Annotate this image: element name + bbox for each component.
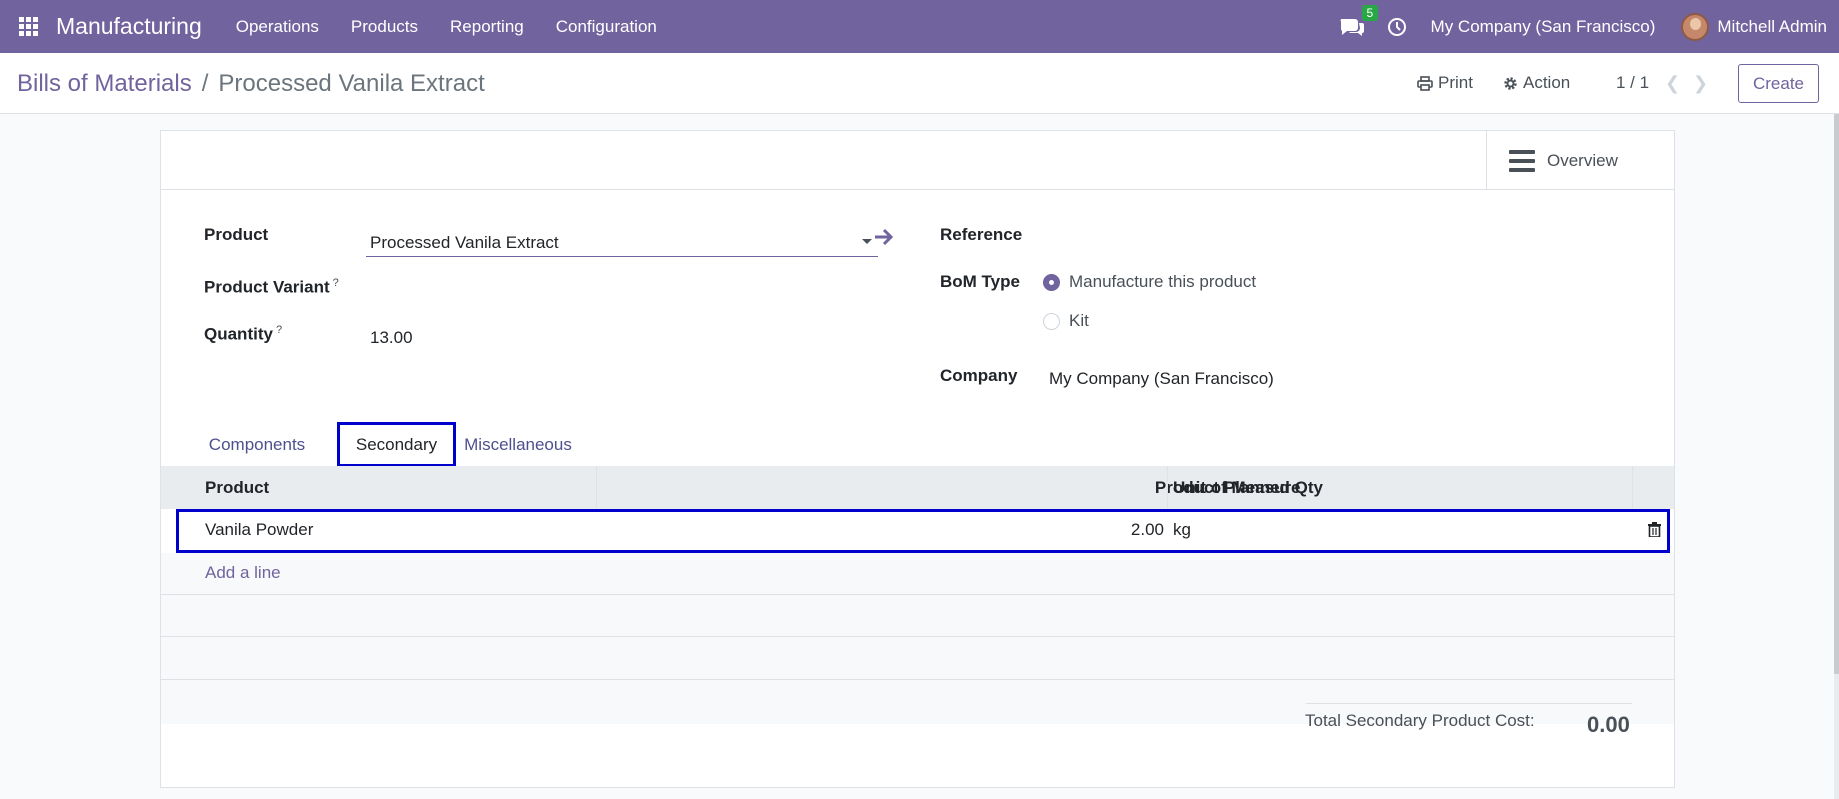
action-label: Action	[1523, 73, 1571, 92]
column-product[interactable]: Product	[205, 466, 269, 509]
total-value: 0.00	[1587, 712, 1630, 737]
help-mark[interactable]: ?	[333, 277, 339, 289]
quantity-label: Quantity?	[204, 324, 282, 345]
messages-button[interactable]: 5	[1339, 4, 1379, 38]
control-panel: Bills of Materials / Processed Vanila Ex…	[0, 53, 1839, 114]
user-menu[interactable]: Mitchell Admin	[1717, 17, 1827, 37]
print-button[interactable]: Print	[1417, 73, 1473, 93]
gear-icon	[1504, 76, 1517, 90]
product-field-value: Processed Vanila Extract	[370, 233, 559, 252]
table-row[interactable]: Vanila Powder 2.00 kg	[176, 509, 1670, 553]
pager-next-icon[interactable]: ❯	[1693, 73, 1708, 94]
product-variant-label: Product Variant?	[204, 277, 339, 298]
app-grid-icon[interactable]	[19, 16, 39, 37]
breadcrumb-current: Processed Vanila Extract	[218, 70, 485, 97]
company-label: Company	[940, 366, 1018, 385]
breadcrumb-bills-of-materials[interactable]: Bills of Materials	[17, 70, 192, 98]
menu-reporting[interactable]: Reporting	[434, 17, 540, 37]
help-mark[interactable]: ?	[276, 324, 282, 336]
action-button[interactable]: Action	[1503, 73, 1570, 93]
trash-icon[interactable]	[1648, 522, 1661, 537]
external-link-arrow-icon[interactable]	[873, 227, 895, 247]
tab-components[interactable]: Components	[205, 422, 309, 467]
company-field[interactable]: My Company (San Francisco)	[1049, 369, 1274, 389]
table-header: Product Product Planned Qty Unit of Meas…	[161, 466, 1674, 509]
overview-button[interactable]: Overview	[1486, 131, 1674, 190]
quantity-label-text: Quantity	[204, 324, 273, 344]
avatar[interactable]	[1681, 12, 1710, 41]
breadcrumb-separator: /	[201, 70, 209, 97]
tab-miscellaneous[interactable]: Miscellaneous	[457, 422, 579, 467]
breadcrumb: Bills of Materials / Processed Vanila Ex…	[17, 70, 485, 98]
column-uom[interactable]: Unit of Measure	[1173, 466, 1301, 509]
menu-operations[interactable]: Operations	[220, 17, 335, 37]
chat-icon	[1340, 18, 1364, 36]
row-product[interactable]: Vanila Powder	[205, 520, 313, 540]
row-qty[interactable]: 2.00	[1009, 520, 1164, 540]
overview-label: Overview	[1547, 150, 1618, 170]
main-menu: Operations Products Reporting Configurat…	[220, 17, 673, 37]
print-icon	[1417, 75, 1433, 91]
radio-manufacture[interactable]	[1043, 274, 1060, 291]
pager-value[interactable]: 1 / 1	[1616, 73, 1649, 93]
total-divider	[1306, 703, 1632, 704]
bars-icon	[1509, 149, 1535, 172]
menu-products[interactable]: Products	[335, 17, 434, 37]
app-name[interactable]: Manufacturing	[56, 13, 202, 40]
messages-badge: 5	[1361, 4, 1379, 21]
notebook-tabs: Components Secondary Miscellaneous	[161, 422, 1674, 470]
create-button[interactable]: Create	[1738, 64, 1819, 103]
radio-kit[interactable]	[1043, 313, 1060, 330]
row-uom[interactable]: kg	[1173, 520, 1191, 540]
total-label: Total Secondary Product Cost:	[1305, 711, 1535, 730]
page-scrollbar[interactable]	[1834, 114, 1839, 799]
column-divider	[1167, 466, 1168, 509]
reference-label: Reference	[940, 225, 1023, 244]
radio-manufacture-label[interactable]: Manufacture this product	[1069, 272, 1256, 292]
column-divider	[596, 466, 597, 509]
bom-type-label: BoM Type	[940, 272, 1020, 291]
empty-rows-area	[161, 553, 1674, 724]
quantity-field[interactable]: 13.00	[370, 328, 413, 348]
form-sheet: Overview Product Processed Vanila Extrac…	[160, 130, 1675, 788]
menu-configuration[interactable]: Configuration	[540, 17, 673, 37]
print-label: Print	[1438, 73, 1473, 92]
add-line-link[interactable]: Add a line	[205, 563, 281, 583]
button-box: Overview	[161, 131, 1674, 190]
clock-icon[interactable]	[1387, 17, 1407, 37]
chevron-down-icon[interactable]	[862, 239, 872, 244]
row-divider	[161, 636, 1674, 637]
tab-secondary[interactable]: Secondary	[337, 422, 456, 467]
pager-previous-icon[interactable]: ❮	[1665, 73, 1680, 94]
product-field[interactable]: Processed Vanila Extract	[366, 227, 878, 257]
radio-kit-label[interactable]: Kit	[1069, 311, 1089, 331]
navbar-systray: 5 My Company (San Francisco) Mitchell Ad…	[1339, 0, 1839, 53]
product-label: Product	[204, 225, 269, 244]
row-divider	[161, 594, 1674, 595]
company-switcher[interactable]: My Company (San Francisco)	[1431, 17, 1656, 37]
column-divider	[1632, 466, 1633, 509]
row-divider	[161, 679, 1674, 680]
top-navbar: Manufacturing Operations Products Report…	[0, 0, 1839, 53]
product-variant-label-text: Product Variant	[204, 277, 330, 297]
